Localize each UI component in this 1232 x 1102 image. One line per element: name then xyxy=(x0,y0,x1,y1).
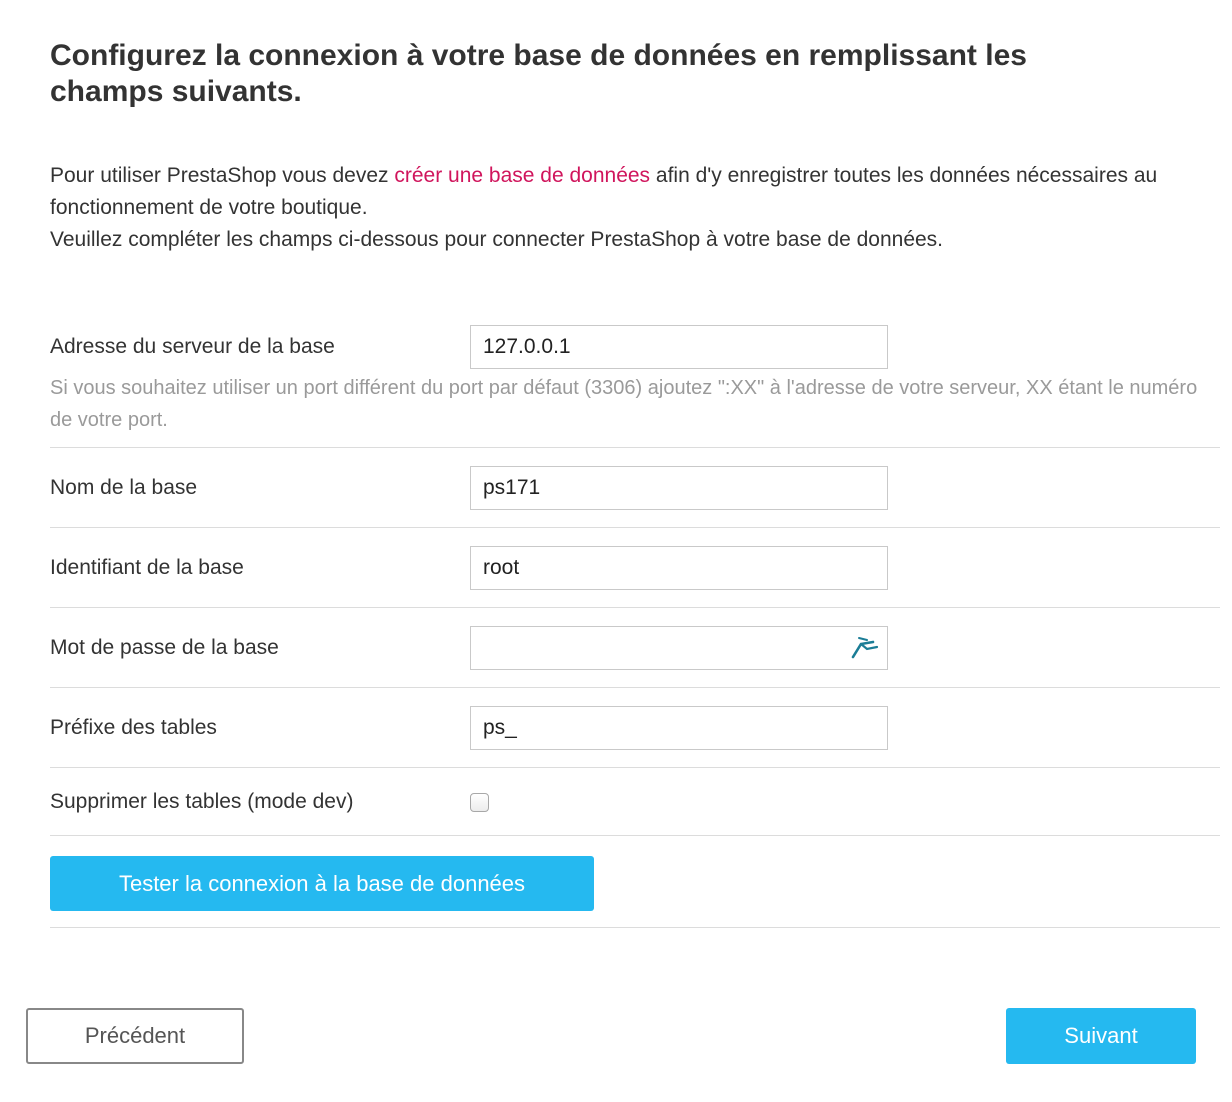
database-name-label: Nom de la base xyxy=(50,476,198,499)
intro-text-line2: Veuillez compléter les champs ci-dessous… xyxy=(50,228,944,251)
form-row-drop-tables: Supprimer les tables (mode dev) xyxy=(50,768,1220,836)
table-prefix-label: Préfixe des tables xyxy=(50,716,217,739)
server-help-text: Si vous souhaitez utiliser un port diffé… xyxy=(50,377,1198,431)
database-password-label: Mot de passe de la base xyxy=(50,636,279,659)
previous-button[interactable]: Précédent xyxy=(26,1008,244,1064)
database-password-input[interactable] xyxy=(470,626,888,670)
create-database-link[interactable]: créer une base de données xyxy=(394,164,650,187)
database-login-value: root xyxy=(483,556,520,579)
form-row-test: Tester la connexion à la base de données xyxy=(50,836,1220,928)
intro-text: Pour utiliser PrestaShop vous devez crée… xyxy=(50,160,1220,256)
form-row-password: Mot de passe de la base xyxy=(50,608,1220,688)
database-login-label: Identifiant de la base xyxy=(50,556,244,579)
server-address-value: 127.0.0.1 xyxy=(483,335,571,358)
install-database-page: Configurez la connexion à votre base de … xyxy=(0,0,1232,1102)
database-name-value: ps171 xyxy=(483,476,541,499)
drop-tables-label: Supprimer les tables (mode dev) xyxy=(50,790,354,813)
table-prefix-input[interactable]: ps_ xyxy=(470,706,888,750)
database-name-input[interactable]: ps171 xyxy=(470,466,888,510)
test-connection-button[interactable]: Tester la connexion à la base de données xyxy=(50,856,594,911)
server-address-input[interactable]: 127.0.0.1 xyxy=(470,325,888,369)
password-manager-key-icon[interactable] xyxy=(847,635,881,661)
table-prefix-value: ps_ xyxy=(483,716,517,739)
next-button[interactable]: Suivant xyxy=(1006,1008,1196,1064)
form-row-name: Nom de la base ps171 xyxy=(50,448,1220,528)
database-form: Adresse du serveur de la base 127.0.0.1 … xyxy=(50,322,1220,928)
drop-tables-checkbox[interactable] xyxy=(470,792,489,812)
intro-section: Configurez la connexion à votre base de … xyxy=(50,38,1220,256)
database-login-input[interactable]: root xyxy=(470,546,888,590)
page-title: Configurez la connexion à votre base de … xyxy=(50,39,1027,108)
form-row-server: Adresse du serveur de la base 127.0.0.1 … xyxy=(50,322,1220,448)
form-row-login: Identifiant de la base root xyxy=(50,528,1220,608)
form-row-prefix: Préfixe des tables ps_ xyxy=(50,688,1220,768)
server-label: Adresse du serveur de la base xyxy=(50,335,335,358)
intro-text-part1: Pour utiliser PrestaShop vous devez xyxy=(50,164,395,187)
